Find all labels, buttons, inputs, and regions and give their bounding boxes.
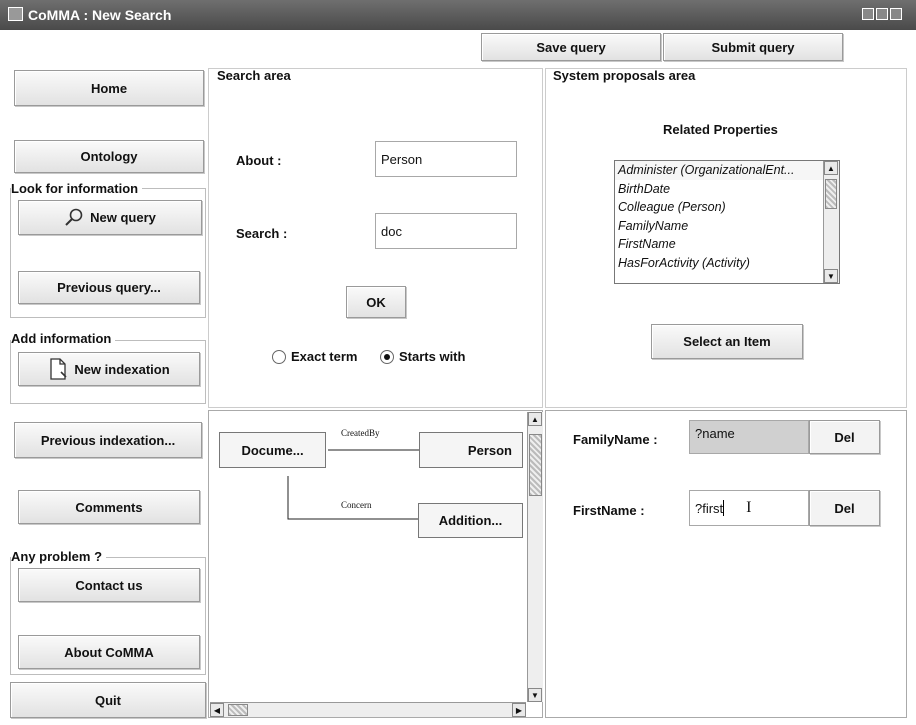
close-icon[interactable] — [890, 8, 902, 20]
search-field[interactable]: doc — [375, 213, 517, 249]
scroll-up-icon[interactable]: ▲ — [528, 412, 542, 426]
window-titlebar: CoMMA : New Search — [0, 0, 916, 30]
del-family-button[interactable]: Del — [809, 420, 880, 454]
exact-term-option[interactable]: Exact term — [272, 349, 357, 364]
new-indexation-button[interactable]: New indexation — [18, 352, 200, 386]
scroll-thumb[interactable] — [228, 704, 248, 716]
graph-node-addition[interactable]: Addition... — [418, 503, 523, 538]
add-information-title: Add information — [11, 331, 116, 346]
new-indexation-label: New indexation — [74, 361, 170, 377]
first-name-label: FirstName : — [573, 503, 645, 518]
minimize-icon[interactable] — [862, 8, 874, 20]
about-label: About : — [236, 153, 282, 168]
edge-label-createdby: CreatedBy — [341, 428, 380, 438]
related-properties-title: Related Properties — [663, 122, 778, 137]
scroll-down-icon[interactable]: ▼ — [528, 688, 542, 702]
any-problem-title: Any problem ? — [11, 549, 107, 564]
window-title: CoMMA : New Search — [28, 7, 172, 23]
graph-node-person[interactable]: Person — [419, 432, 523, 468]
family-name-label: FamilyName : — [573, 432, 658, 447]
del-first-button[interactable]: Del — [809, 490, 880, 526]
previous-indexation-button[interactable]: Previous indexation... — [14, 422, 202, 458]
properties-panel — [545, 410, 907, 718]
save-query-button[interactable]: Save query — [481, 33, 661, 61]
family-name-field[interactable]: ?name — [689, 420, 809, 454]
about-field[interactable]: Person — [375, 141, 517, 177]
list-item[interactable]: Colleague (Person) — [615, 198, 839, 217]
first-name-field[interactable]: ?first I — [689, 490, 809, 526]
about-comma-button[interactable]: About CoMMA — [18, 635, 200, 669]
starts-with-radio[interactable] — [380, 349, 394, 364]
list-item[interactable]: Administer (OrganizationalEnt... — [615, 161, 839, 180]
scroll-thumb[interactable] — [825, 179, 837, 209]
edge-label-concern: Concern — [341, 500, 372, 510]
search-label: Search : — [236, 226, 288, 241]
graph-horizontal-scrollbar[interactable]: ◀ ▶ — [210, 702, 526, 717]
scroll-down-icon[interactable]: ▼ — [824, 269, 838, 283]
list-scrollbar[interactable]: ▲ ▼ — [823, 161, 839, 283]
select-item-button[interactable]: Select an Item — [651, 324, 803, 359]
look-for-information-title: Look for information — [11, 181, 143, 196]
scroll-thumb[interactable] — [529, 434, 542, 496]
previous-query-button[interactable]: Previous query... — [18, 271, 200, 304]
text-caret — [723, 500, 725, 516]
document-icon — [50, 358, 67, 380]
submit-query-button[interactable]: Submit query — [663, 33, 843, 61]
magnifier-icon — [65, 208, 83, 226]
ok-button[interactable]: OK — [346, 286, 406, 318]
list-item[interactable]: BirthDate — [615, 180, 839, 199]
quit-button[interactable]: Quit — [10, 682, 206, 718]
scroll-up-icon[interactable]: ▲ — [824, 161, 838, 175]
new-query-label: New query — [90, 210, 156, 225]
comments-button[interactable]: Comments — [18, 490, 200, 524]
proposals-title: System proposals area — [553, 68, 696, 83]
exact-term-label: Exact term — [291, 349, 358, 364]
starts-with-option[interactable]: Starts with — [380, 349, 465, 364]
exact-term-radio[interactable] — [272, 349, 286, 364]
search-area-title: Search area — [217, 68, 291, 83]
related-properties-list[interactable]: Administer (OrganizationalEnt... BirthDa… — [614, 160, 840, 284]
graph-vertical-scrollbar[interactable]: ▲ ▼ — [527, 412, 543, 702]
new-query-button[interactable]: New query — [18, 200, 202, 235]
list-item[interactable]: HasForActivity (Activity) — [615, 254, 839, 273]
graph-node-document[interactable]: Docume... — [219, 432, 326, 468]
app-icon — [8, 7, 23, 21]
list-item[interactable]: FamilyName — [615, 217, 839, 236]
ibeam-cursor-icon: I — [746, 499, 752, 516]
scroll-right-icon[interactable]: ▶ — [512, 703, 526, 717]
list-item[interactable]: FirstName — [615, 235, 839, 254]
scroll-left-icon[interactable]: ◀ — [210, 703, 224, 717]
first-name-value: ?first — [695, 500, 724, 516]
starts-with-label: Starts with — [399, 349, 466, 364]
maximize-icon[interactable] — [876, 8, 888, 20]
home-button[interactable]: Home — [14, 70, 204, 106]
contact-us-button[interactable]: Contact us — [18, 568, 200, 602]
ontology-button[interactable]: Ontology — [14, 140, 204, 173]
